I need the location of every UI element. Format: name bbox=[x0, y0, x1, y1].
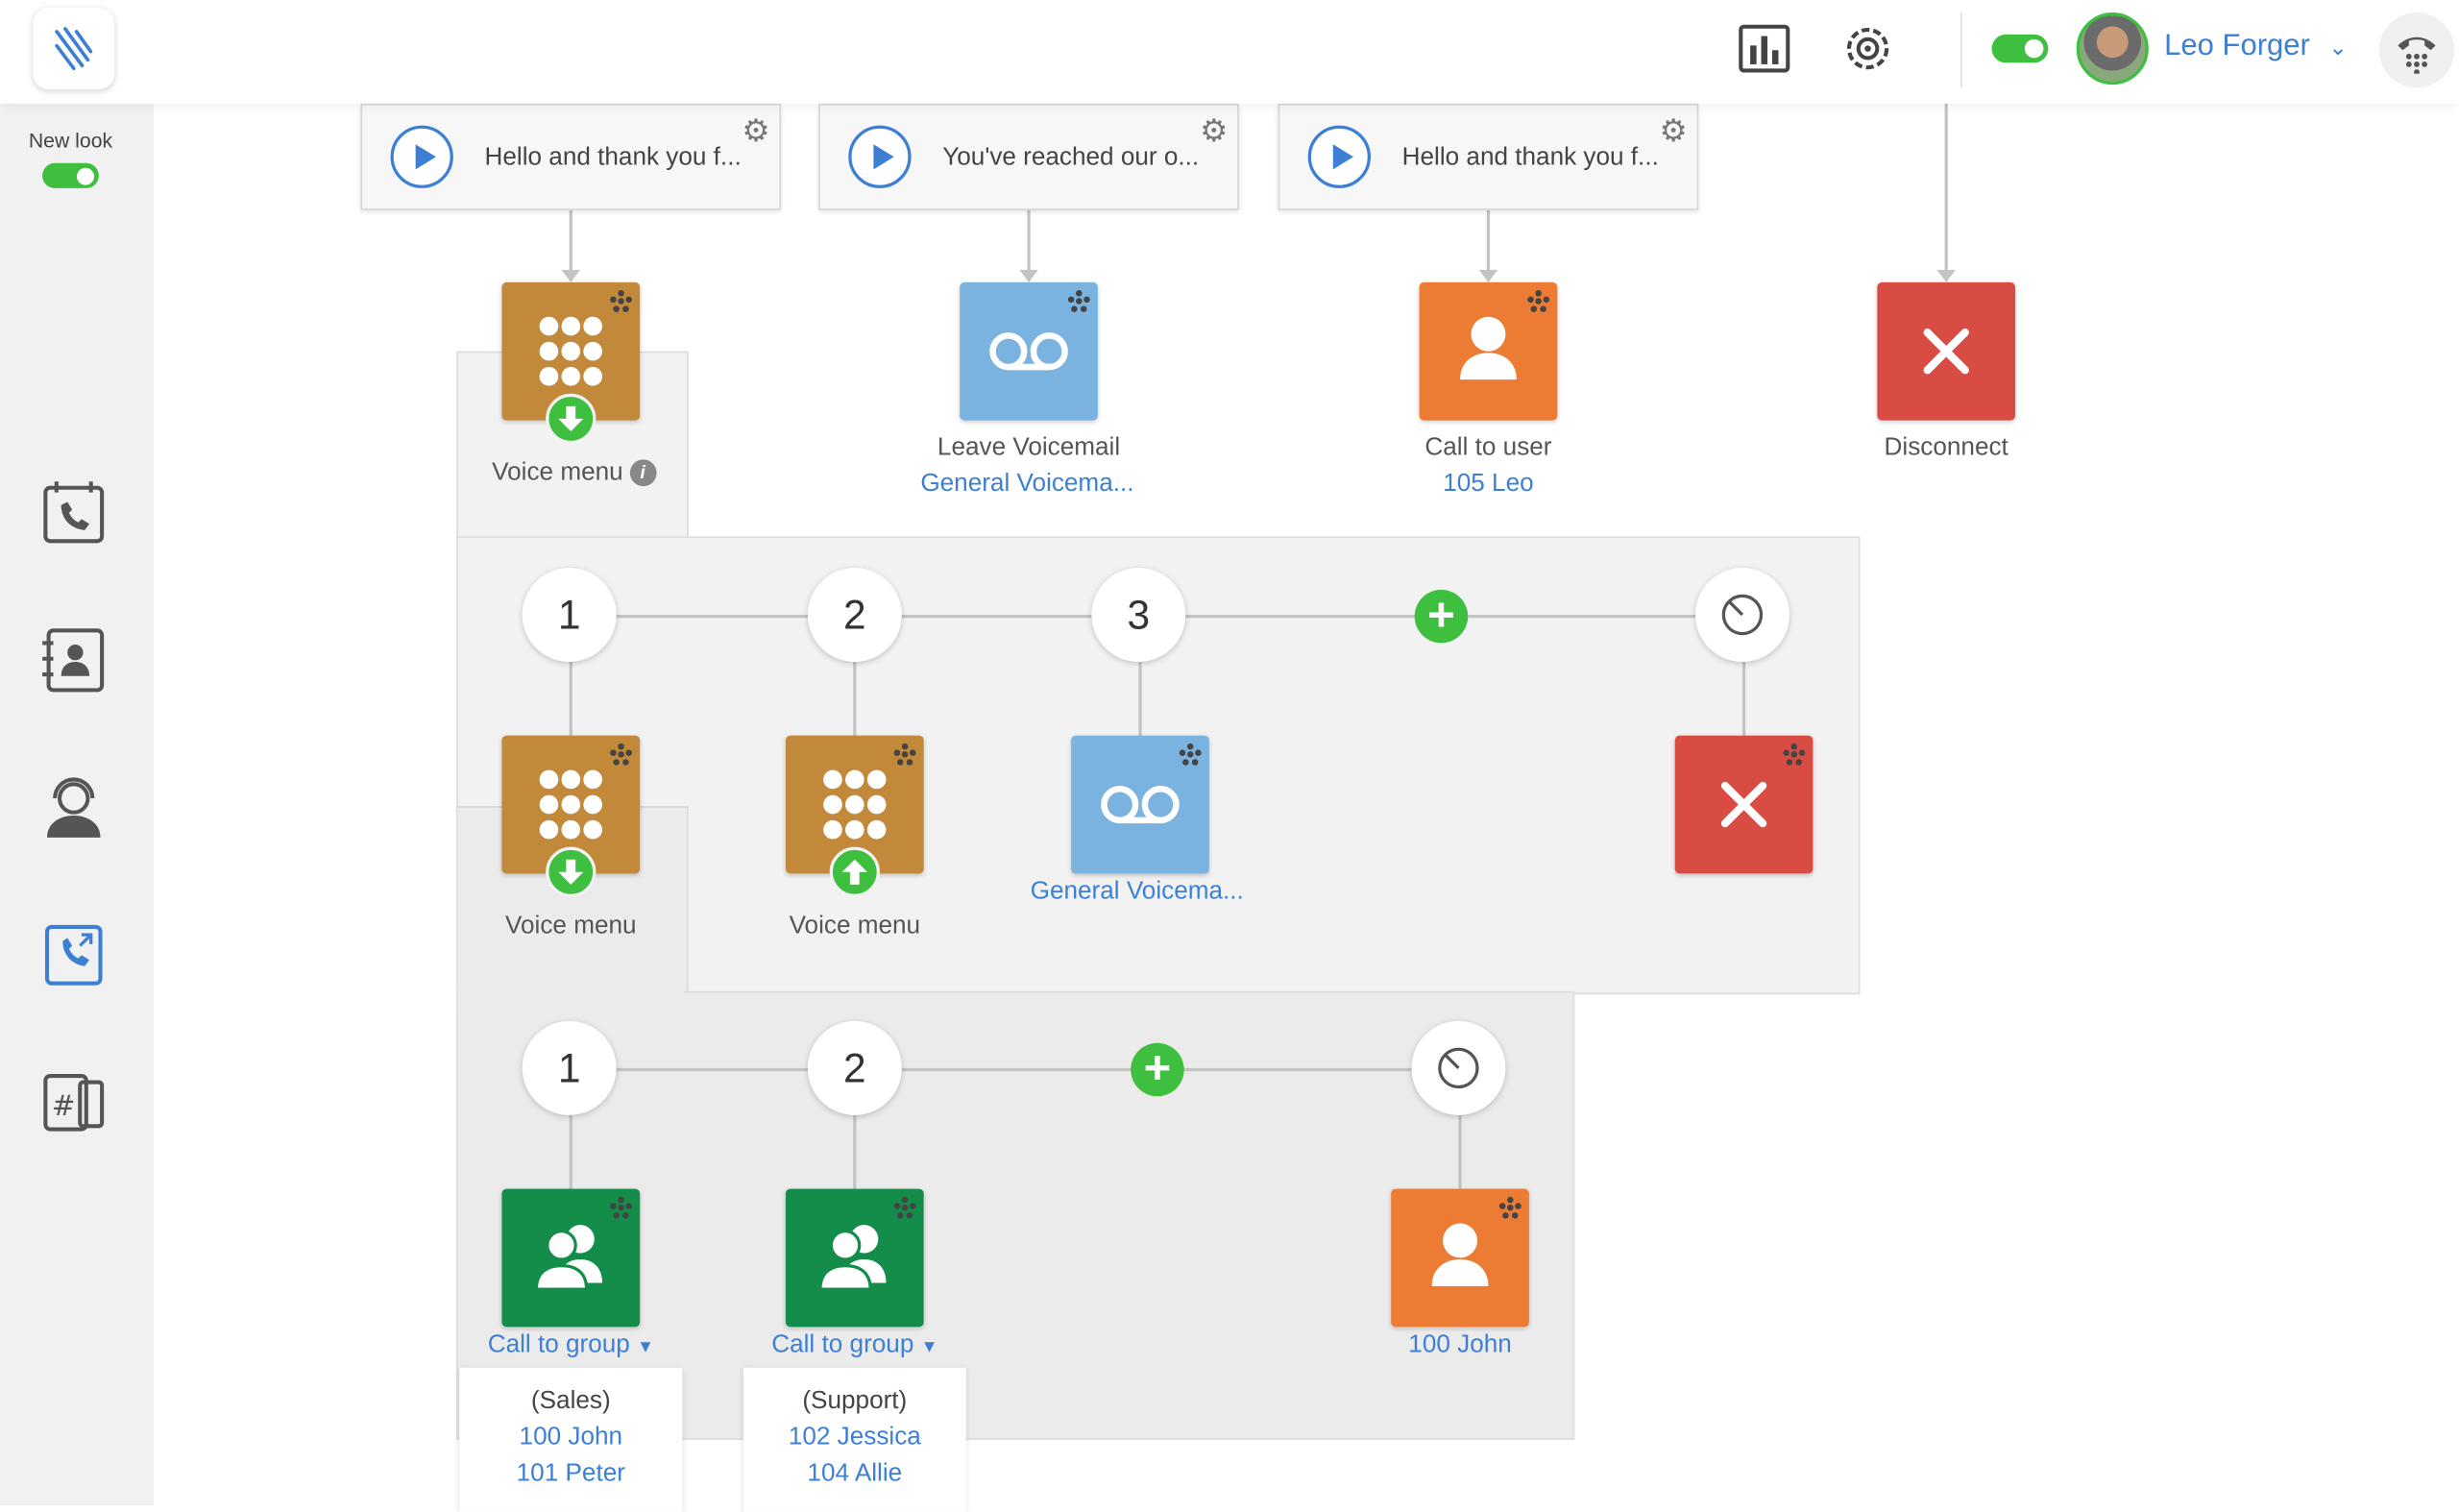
leave-voicemail-label: Leave Voicemail bbox=[937, 434, 1121, 462]
arrow-up-icon bbox=[829, 846, 880, 897]
user-name[interactable]: Leo Forger bbox=[2164, 30, 2310, 64]
voice-menu-label: Voice menu bbox=[789, 913, 921, 939]
info-icon[interactable]: i bbox=[629, 459, 656, 487]
timeout-node[interactable] bbox=[1411, 1020, 1506, 1115]
new-look-toggle[interactable] bbox=[42, 162, 99, 188]
group-member-link[interactable]: 104 Allie bbox=[743, 1455, 966, 1492]
prompt-text: Hello and thank you f... bbox=[1401, 144, 1659, 171]
arrow-down-icon bbox=[546, 846, 596, 897]
timer-icon bbox=[1438, 1047, 1479, 1089]
play-icon[interactable] bbox=[848, 125, 912, 188]
voicemail-tile[interactable] bbox=[960, 281, 1098, 421]
disconnect-label: Disconnect bbox=[1884, 434, 2009, 462]
voicemail-target-link[interactable]: General Voicema... bbox=[920, 471, 1133, 499]
user-target-link[interactable]: 105 Leo bbox=[1443, 471, 1533, 499]
group-member-link[interactable]: 100 John bbox=[459, 1420, 682, 1456]
top-bar: Leo Forger ⌄ bbox=[0, 0, 2459, 104]
voice-menu-label: Voice menu bbox=[505, 913, 637, 939]
new-look-label: New look bbox=[28, 128, 113, 153]
group-members-card-sales: (Sales) 100 John 101 Peter bbox=[459, 1367, 683, 1512]
close-icon bbox=[1923, 329, 1969, 375]
voicemail-tile[interactable] bbox=[1071, 735, 1209, 874]
header-divider bbox=[1960, 12, 1962, 88]
chevron-down-icon[interactable]: ⌄ bbox=[2329, 35, 2348, 61]
call-to-group-tile[interactable] bbox=[785, 1188, 924, 1328]
greeting-prompt-3[interactable]: Hello and thank you f... ⚙ bbox=[1278, 103, 1699, 210]
voicemail-target-link[interactable]: General Voicema... bbox=[1031, 878, 1244, 906]
group-name: (Support) bbox=[802, 1387, 908, 1415]
menu-key-1[interactable]: 1 bbox=[522, 568, 617, 662]
dots-icon[interactable] bbox=[892, 742, 917, 767]
call-to-user-label: Call to user bbox=[1424, 434, 1552, 462]
dots-icon[interactable] bbox=[608, 1195, 633, 1220]
numbers-icon[interactable]: # bbox=[37, 1066, 110, 1138]
call-flow-icon[interactable] bbox=[37, 919, 110, 991]
dots-icon[interactable] bbox=[1497, 1195, 1522, 1220]
play-icon[interactable] bbox=[1307, 125, 1371, 188]
gear-icon[interactable]: ⚙ bbox=[742, 111, 769, 151]
dots-icon[interactable] bbox=[892, 1195, 917, 1220]
settings-icon[interactable] bbox=[1839, 20, 1896, 77]
call-to-user-tile[interactable] bbox=[1391, 1188, 1529, 1328]
play-icon[interactable] bbox=[390, 125, 453, 188]
greeting-prompt-1[interactable]: Hello and thank you f... ⚙ bbox=[360, 103, 782, 210]
gear-icon[interactable]: ⚙ bbox=[1659, 111, 1687, 151]
caret-down-icon: ▼ bbox=[637, 1337, 654, 1357]
add-key-button[interactable]: + bbox=[1131, 1042, 1184, 1097]
dots-icon[interactable] bbox=[1066, 288, 1091, 313]
group-members-card-support: (Support) 102 Jessica 104 Allie bbox=[743, 1367, 966, 1512]
call-to-user-tile[interactable] bbox=[1419, 281, 1558, 421]
sidebar: New look # bbox=[0, 103, 155, 1506]
svg-text:#: # bbox=[52, 1089, 76, 1122]
avatar[interactable] bbox=[2076, 12, 2149, 85]
dots-icon[interactable] bbox=[1782, 742, 1807, 767]
disconnect-tile[interactable] bbox=[1674, 735, 1814, 874]
call-to-group-dropdown[interactable]: Call to group ▼ bbox=[771, 1331, 937, 1359]
timeout-node[interactable] bbox=[1694, 568, 1789, 662]
arrow-down-icon bbox=[546, 393, 596, 445]
caret-down-icon: ▼ bbox=[920, 1337, 938, 1357]
disconnect-tile[interactable] bbox=[1877, 281, 2016, 421]
logo-icon[interactable] bbox=[33, 8, 115, 90]
add-key-button[interactable]: + bbox=[1414, 589, 1469, 644]
timer-icon bbox=[1721, 594, 1764, 636]
dots-icon[interactable] bbox=[1178, 742, 1203, 767]
menu-key-1[interactable]: 1 bbox=[522, 1020, 617, 1115]
contacts-icon[interactable] bbox=[37, 624, 110, 696]
stats-icon[interactable] bbox=[1736, 20, 1792, 77]
dialpad-icon[interactable] bbox=[2378, 12, 2455, 88]
group-member-link[interactable]: 101 Peter bbox=[459, 1455, 682, 1492]
call-history-icon[interactable] bbox=[37, 476, 110, 549]
call-to-group-dropdown[interactable]: Call to group ▼ bbox=[488, 1331, 654, 1359]
prompt-text: You've reached our o... bbox=[942, 144, 1200, 171]
gear-icon[interactable]: ⚙ bbox=[1200, 111, 1228, 151]
dots-icon[interactable] bbox=[1526, 288, 1551, 313]
agent-icon[interactable] bbox=[37, 771, 110, 843]
dots-icon[interactable] bbox=[608, 742, 633, 767]
voice-menu-label: Voice menu i bbox=[492, 459, 656, 487]
menu-key-3[interactable]: 3 bbox=[1091, 568, 1186, 662]
menu-key-2[interactable]: 2 bbox=[807, 1020, 902, 1115]
call-to-group-tile[interactable] bbox=[501, 1188, 641, 1328]
menu-key-2[interactable]: 2 bbox=[807, 568, 902, 662]
group-member-link[interactable]: 102 Jessica bbox=[743, 1420, 966, 1456]
user-target-link[interactable]: 100 John bbox=[1408, 1331, 1512, 1359]
group-name: (Sales) bbox=[530, 1387, 611, 1415]
greeting-prompt-2[interactable]: You've reached our o... ⚙ bbox=[818, 103, 1239, 210]
dots-icon[interactable] bbox=[608, 288, 633, 313]
availability-toggle[interactable] bbox=[1991, 34, 2049, 63]
prompt-text: Hello and thank you f... bbox=[484, 144, 742, 171]
